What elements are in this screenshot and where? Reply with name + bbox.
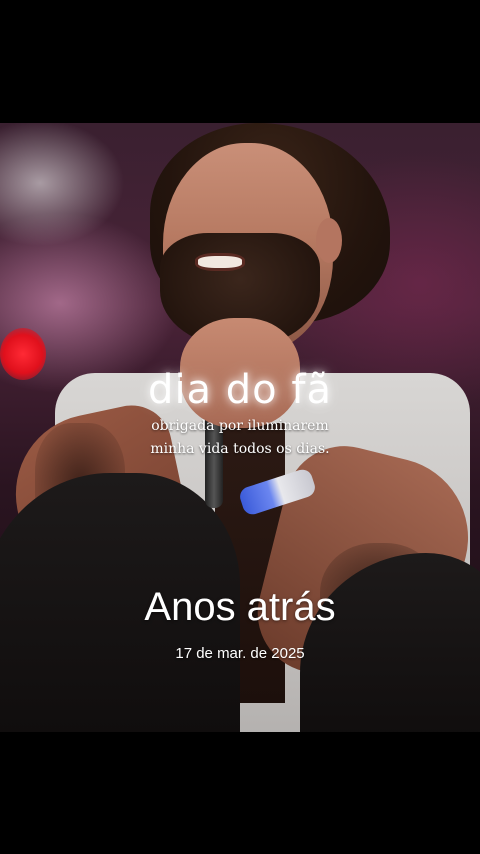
overlay-caption-line-1: obrigada por iluminarem: [151, 418, 329, 434]
memory-label: Anos atrás: [144, 585, 336, 629]
memory-date: 17 de mar. de 2025: [175, 645, 305, 662]
bottom-letterbox: [0, 732, 480, 854]
overlay-caption-line-2: minha vida todos os dias.: [150, 441, 330, 457]
mouth: [195, 253, 245, 271]
top-letterbox: [0, 0, 480, 123]
overlay-title: dia do fã: [148, 367, 332, 413]
ear: [316, 218, 342, 263]
